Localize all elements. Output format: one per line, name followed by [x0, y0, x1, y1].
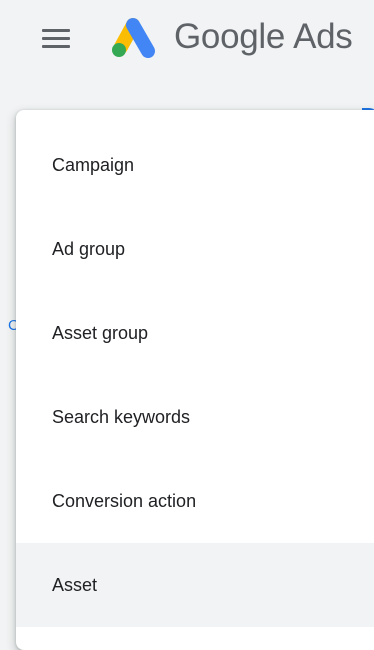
top-app-bar: Google Ads [0, 0, 374, 80]
menu-item-asset-group[interactable]: Asset group [16, 291, 374, 375]
menu-item-label: Asset group [52, 322, 149, 343]
menu-item-label: Conversion action [52, 490, 197, 511]
menu-item-asset[interactable]: Asset [16, 543, 374, 627]
product-name: Google Ads [174, 17, 353, 57]
brand-google-text: Google [174, 17, 286, 56]
menu-item-label: Asset [52, 574, 98, 595]
google-ads-logo [112, 18, 155, 58]
brand-ads-text: Ads [293, 17, 353, 56]
menu-item-search-keywords[interactable]: Search keywords [16, 375, 374, 459]
menu-item-campaign[interactable]: Campaign [16, 123, 374, 207]
menu-item-ad-group[interactable]: Ad group [16, 207, 374, 291]
hamburger-menu-icon[interactable] [36, 20, 76, 56]
menu-item-label: Search keywords [52, 406, 191, 427]
create-menu-dropdown: Campaign Ad group Asset group Search key… [16, 110, 374, 650]
menu-item-conversion-action[interactable]: Conversion action [16, 459, 374, 543]
menu-item-label: Campaign [52, 154, 135, 175]
menu-item-label: Ad group [52, 238, 126, 259]
